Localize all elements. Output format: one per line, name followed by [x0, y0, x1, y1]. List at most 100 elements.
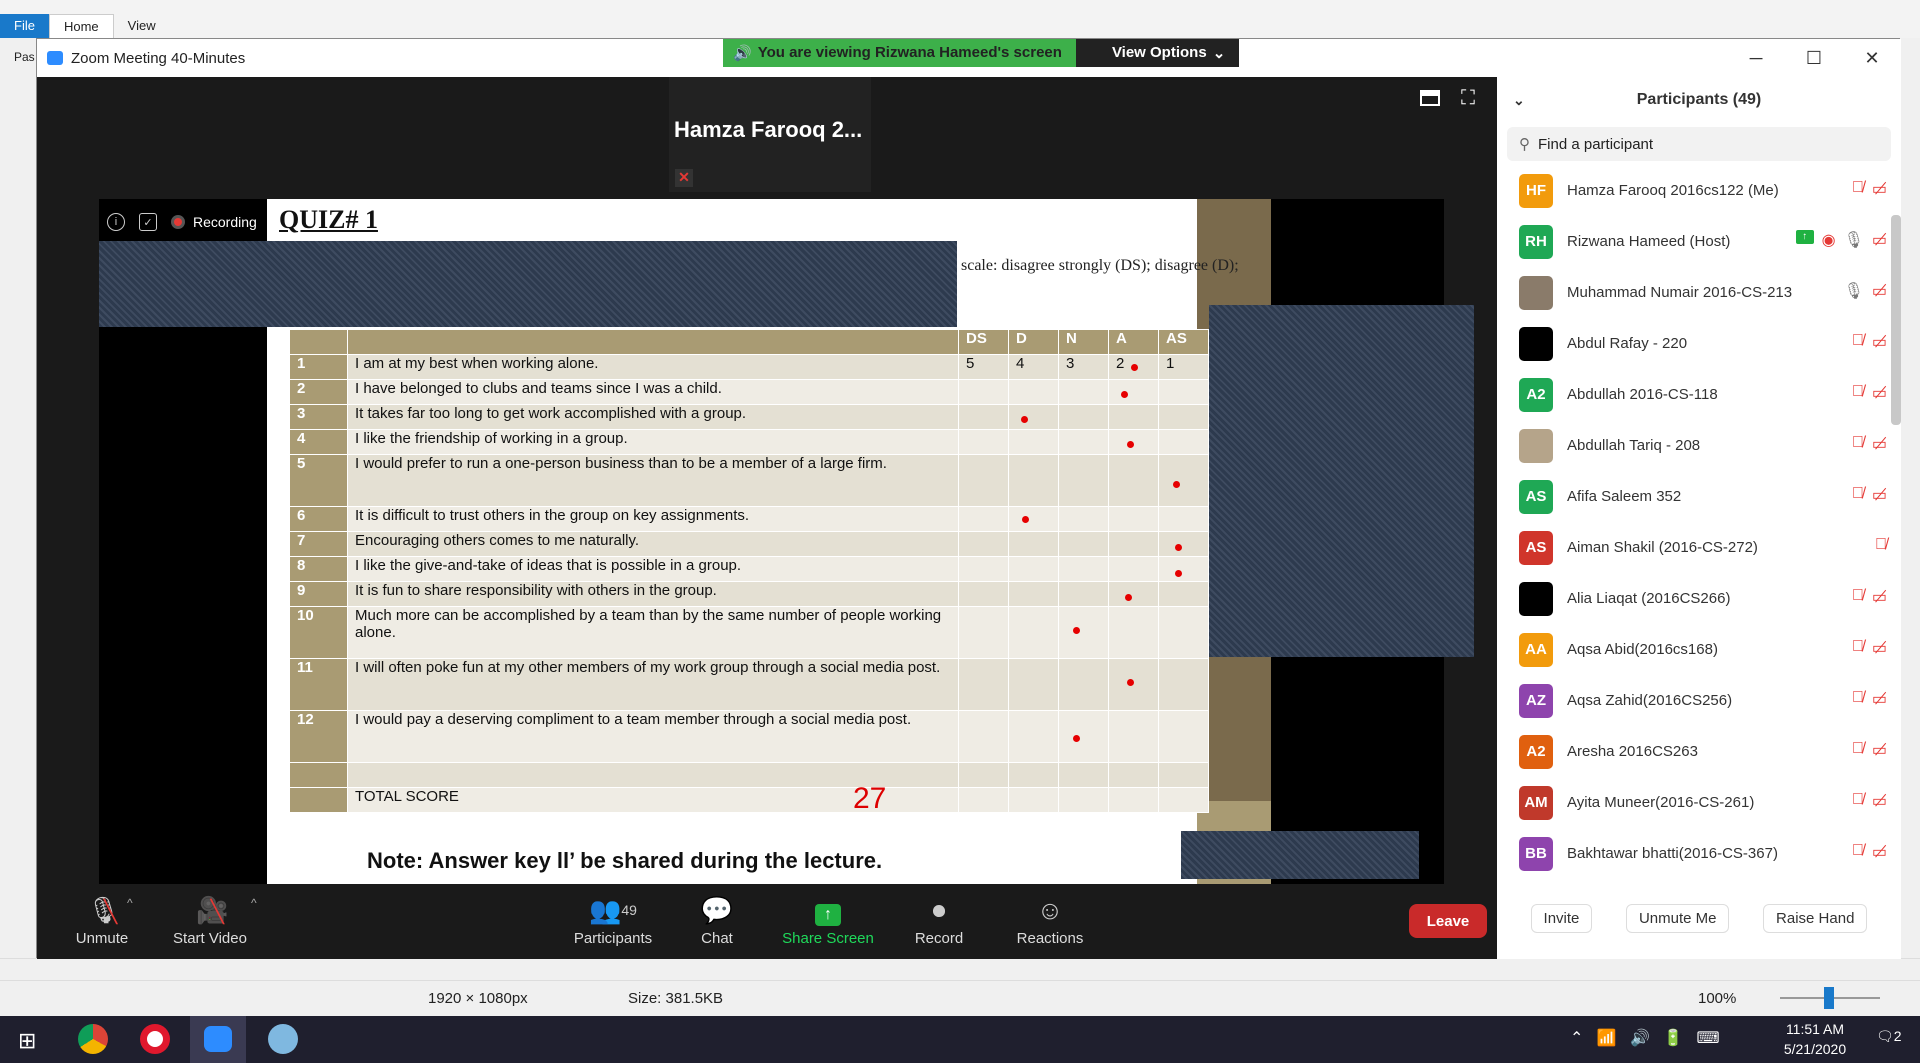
viewing-banner: 🔊 You are viewing Rizwana Hameed's scree…	[723, 39, 1240, 67]
zoom-window: Zoom Meeting 40-Minutes ─ ☐ ✕ 🔊 You are …	[36, 38, 1901, 959]
maximize-button[interactable]: ☐	[1785, 39, 1843, 77]
participant-row[interactable]: Muhammad Numair 2016-CS-213 🎙 ▭̸	[1497, 267, 1889, 318]
participant-row[interactable]: AZ Aqsa Zahid(2016CS256) 🎙̸ ▭̸	[1497, 675, 1889, 726]
video-off-icon: 🎥╲	[196, 895, 229, 925]
mic-muted-icon: ✕	[675, 169, 693, 187]
mic-muted-icon: 🎙̸	[1851, 179, 1864, 196]
participants-button[interactable]: 👥49 Participants	[558, 892, 668, 947]
question-num: 2	[289, 379, 348, 405]
audio-options-chevron-icon[interactable]: ^	[127, 896, 133, 910]
tab-view[interactable]: View	[114, 14, 170, 38]
participant-row[interactable]: Abdul Rafay - 220 🎙̸ ▭̸	[1497, 318, 1889, 369]
avatar: AS	[1519, 479, 1553, 514]
paint-status-bar: 1920 × 1080px Size: 381.5KB 100%	[0, 980, 1920, 1016]
participant-row[interactable]: AA Aqsa Abid(2016cs168) 🎙̸ ▭̸	[1497, 624, 1889, 675]
question-text: I am at my best when working alone.	[347, 354, 959, 380]
question-num: 7	[289, 531, 348, 557]
participant-list-scrollbar[interactable]	[1891, 215, 1901, 425]
col-d: D	[1008, 329, 1059, 355]
col-n: N	[1058, 329, 1109, 355]
minimize-button[interactable]: ─	[1727, 39, 1785, 77]
paint-icon[interactable]	[268, 1024, 298, 1054]
video-options-chevron-icon[interactable]: ^	[251, 896, 257, 910]
opera-icon[interactable]	[140, 1024, 170, 1054]
participant-row[interactable]: Abdullah Tariq - 208 🎙̸ ▭̸	[1497, 420, 1889, 471]
answer-mark	[1175, 570, 1182, 577]
table-header	[347, 329, 959, 355]
participant-row[interactable]: RH Rizwana Hameed (Host) ↑ ◉ 🎙 ▭̸	[1497, 216, 1889, 267]
windows-start-icon[interactable]: ⊞	[18, 1028, 36, 1054]
window-title: Zoom Meeting 40-Minutes	[71, 49, 246, 67]
participant-row[interactable]: Alia Liaqat (2016CS266) 🎙̸ ▭̸	[1497, 573, 1889, 624]
participant-row[interactable]: AM Ayita Muneer(2016-CS-261) 🎙̸ ▭̸	[1497, 777, 1889, 828]
status-icons: 🎙̸ ▭̸	[1852, 485, 1887, 505]
chrome-icon[interactable]	[78, 1024, 108, 1054]
participant-row[interactable]: AS Aiman Shakil (2016-CS-272) 🎙̸	[1497, 522, 1889, 573]
participants-count: 49	[621, 902, 637, 918]
status-icons: 🎙̸ ▭̸	[1852, 689, 1887, 709]
question-text: It is fun to share responsibility with o…	[347, 581, 959, 607]
answer-key-note: Note: Answer key ll’ be shared during th…	[367, 848, 883, 873]
participant-row[interactable]: A2 Aresha 2016CS263 🎙̸ ▭̸	[1497, 726, 1889, 777]
avatar	[1519, 428, 1553, 463]
info-icon[interactable]: i	[107, 213, 125, 231]
fullscreen-icon[interactable]: ⛶	[1461, 87, 1475, 110]
status-icons: ↑ ◉ 🎙 ▭̸	[1795, 230, 1887, 250]
view-options-button[interactable]: View Options ⌄	[1075, 39, 1240, 67]
participant-search-input[interactable]: ⚲ Find a participant	[1507, 127, 1891, 161]
reactions-button[interactable]: ☺ Reactions	[995, 892, 1105, 947]
start-video-label: Start Video	[173, 930, 247, 947]
paint-horizontal-scrollbar[interactable]	[0, 958, 1920, 980]
avatar: AA	[1519, 632, 1553, 667]
close-button[interactable]: ✕	[1843, 39, 1901, 77]
notifications-icon[interactable]: 🗨2	[1876, 1028, 1902, 1045]
participant-thumbnail[interactable]: Hamza Farooq 2... ✕	[669, 77, 871, 192]
participant-row[interactable]: AS Afifa Saleem 352 🎙̸ ▭̸	[1497, 471, 1889, 522]
record-button[interactable]: ⏺ Record	[884, 892, 994, 947]
participants-icon: 👥49	[589, 895, 637, 925]
zoom-slider-thumb[interactable]	[1824, 987, 1834, 1009]
answer-mark	[1073, 627, 1080, 634]
raise-hand-button[interactable]: Raise Hand	[1763, 903, 1868, 933]
col-a: A	[1108, 329, 1159, 355]
clock[interactable]: 11:51 AM 5/21/2020	[1770, 1016, 1860, 1059]
scale-value: 1	[1158, 354, 1209, 380]
answer-mark	[1021, 416, 1028, 423]
video-off-icon: ▭̸	[1871, 691, 1887, 708]
leave-button[interactable]: Leave	[1409, 904, 1487, 938]
zoom-taskbar-item[interactable]	[190, 1016, 246, 1063]
mic-muted-icon: 🎙̸	[1851, 689, 1864, 706]
tab-home[interactable]: Home	[48, 14, 114, 38]
layout-icon[interactable]	[1420, 90, 1440, 106]
paint-vertical-scrollbar[interactable]	[1900, 38, 1920, 958]
participant-row[interactable]: BB Bakhtawar bhatti(2016-CS-367) 🎙̸ ▭̸	[1497, 828, 1889, 879]
mic-muted-icon: 🎙̸	[1851, 383, 1864, 400]
redacted-region	[1209, 305, 1474, 657]
system-tray-icons[interactable]: ⌃ 📶 🔊 🔋 ⌨	[1570, 1028, 1720, 1048]
answer-mark	[1121, 391, 1128, 398]
scale-value: 2	[1116, 355, 1125, 372]
mic-muted-icon: 🎙̸	[1851, 485, 1864, 502]
unmute-label: Unmute	[75, 930, 129, 947]
status-icons: 🎙̸ ▭̸	[1852, 638, 1887, 658]
unmute-button[interactable]: 🎙╲ Unmute	[47, 892, 157, 947]
unmute-me-button[interactable]: Unmute Me	[1625, 903, 1730, 933]
answer-mark	[1173, 481, 1180, 488]
collapse-chevron-icon[interactable]: ⌄	[1513, 85, 1525, 115]
participant-row[interactable]: HF Hamza Farooq 2016cs122 (Me) 🎙̸ ▭̸	[1497, 165, 1889, 216]
share-screen-button[interactable]: ↑ Share Screen	[773, 892, 883, 947]
tab-file[interactable]: File	[0, 14, 49, 38]
answer-mark	[1073, 735, 1080, 742]
video-off-icon: ▭̸	[1871, 487, 1887, 504]
paint-tabs: File Home View	[0, 14, 170, 38]
participant-row[interactable]: A2 Abdullah 2016-CS-118 🎙̸ ▭̸	[1497, 369, 1889, 420]
status-icons: 🎙̸	[1875, 536, 1887, 554]
start-video-button[interactable]: 🎥╲ Start Video	[155, 892, 265, 947]
chat-button[interactable]: 💬 Chat	[662, 892, 772, 947]
video-off-icon: ▭̸	[1871, 640, 1887, 657]
question-num: 1	[289, 354, 348, 380]
shield-icon[interactable]: ✓	[139, 213, 157, 231]
question-text: It takes far too long to get work accomp…	[347, 404, 959, 430]
invite-button[interactable]: Invite	[1530, 903, 1593, 933]
status-icons: 🎙̸ ▭̸	[1852, 332, 1887, 352]
